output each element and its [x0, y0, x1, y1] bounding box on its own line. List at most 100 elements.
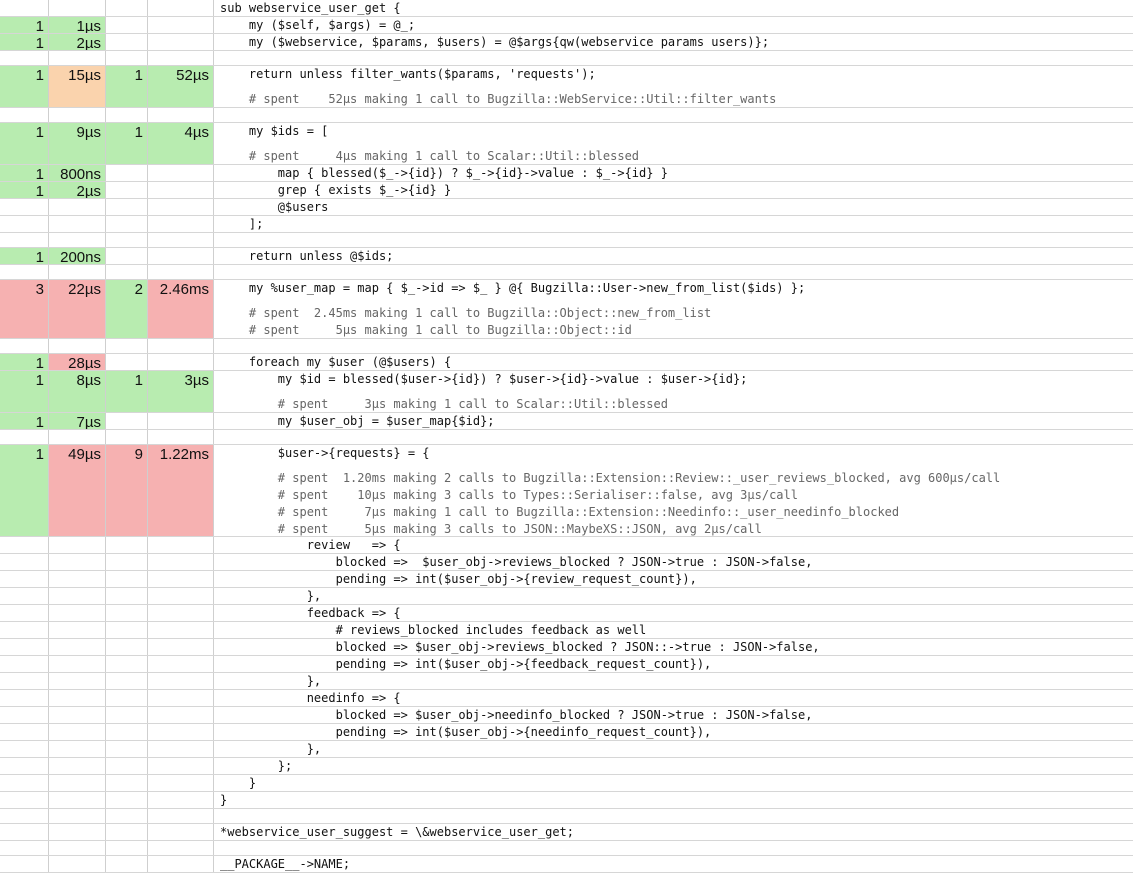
calls-cell: 1: [0, 445, 49, 536]
code-cell: return unless filter_wants($params, 'req…: [214, 66, 1133, 107]
source-line-row: 1 9µs 1 4µs my $ids = [ # spent 4µs making …: [0, 123, 1133, 165]
sub-calls-cell: [106, 354, 148, 370]
code-cell: my ($webservice, $params, $users) = @$ar…: [214, 34, 1133, 50]
code-cell: },: [214, 673, 1133, 689]
calls-cell: 1: [0, 354, 49, 370]
code-cell: ];: [214, 216, 1133, 232]
code-line: # reviews_blocked includes feedback as w…: [220, 623, 647, 637]
time-cell: 200ns: [49, 248, 106, 264]
calls-cell: [0, 554, 49, 570]
source-line-row: blocked => $user_obj->reviews_blocked ? …: [0, 639, 1133, 656]
sub-calls-cell: [106, 413, 148, 429]
calls-cell: 1: [0, 17, 49, 33]
calls-cell: [0, 707, 49, 723]
calls-cell: [0, 108, 49, 122]
sub-time-cell: [148, 824, 214, 840]
calls-cell: [0, 199, 49, 215]
calls-cell: [0, 639, 49, 655]
time-cell: [49, 758, 106, 774]
sub-time-cell: [148, 233, 214, 247]
code-line: return unless @$ids;: [220, 249, 394, 263]
source-line-row: feedback => {: [0, 605, 1133, 622]
code-line: pending => int($user_obj->{feedback_requ…: [220, 657, 712, 671]
source-line-row: [0, 265, 1133, 280]
profiler-comment-line: # spent 7µs making 1 call to Bugzilla::E…: [220, 505, 900, 519]
source-line-row: [0, 51, 1133, 66]
sub-time-cell: [148, 775, 214, 791]
source-line-row: },: [0, 741, 1133, 758]
code-cell: grep { exists $_->{id} }: [214, 182, 1133, 198]
time-cell: [49, 775, 106, 791]
sub-calls-cell: [106, 17, 148, 33]
profiler-source-table: sub webservice_user_get {1 1µs my ($self,…: [0, 0, 1133, 878]
code-line: my %user_map = map { $_->id => $_ } @{ B…: [220, 281, 806, 295]
sub-time-cell: [148, 724, 214, 740]
sub-calls-cell: [106, 182, 148, 198]
source-line-row: 1 200ns return unless @$ids;: [0, 248, 1133, 265]
sub-time-cell: [148, 554, 214, 570]
time-cell: [49, 724, 106, 740]
profiler-comment-line: # spent 4µs making 1 call to Scalar::Uti…: [220, 149, 640, 163]
code-cell: }: [214, 775, 1133, 791]
sub-calls-cell: 1: [106, 371, 148, 412]
time-cell: [49, 571, 106, 587]
calls-cell: [0, 775, 49, 791]
source-line-row: review => {: [0, 537, 1133, 554]
time-cell: [49, 841, 106, 855]
time-cell: [49, 792, 106, 808]
sub-time-cell: [148, 354, 214, 370]
source-line-row: __PACKAGE__->NAME;: [0, 856, 1133, 873]
sub-time-cell: [148, 34, 214, 50]
source-line-row: 3 22µs 2 2.46ms my %user_map = map { $_->id…: [0, 280, 1133, 339]
time-cell: 22µs: [49, 280, 106, 338]
sub-time-cell: [148, 673, 214, 689]
source-line-row: blocked => $user_obj->reviews_blocked ? …: [0, 554, 1133, 571]
code-cell: [214, 233, 1133, 247]
source-line-row: 1 2µs grep { exists $_->{id} }: [0, 182, 1133, 199]
time-cell: 49µs: [49, 445, 106, 536]
code-cell: [214, 108, 1133, 122]
code-cell: __PACKAGE__->NAME;: [214, 856, 1133, 872]
calls-cell: [0, 265, 49, 279]
code-line: *webservice_user_suggest = \&webservice_…: [220, 825, 575, 839]
code-line: pending => int($user_obj->{review_reques…: [220, 572, 697, 586]
code-line: ];: [220, 217, 264, 231]
time-cell: 28µs: [49, 354, 106, 370]
code-line: my $ids = [: [220, 124, 329, 138]
source-line-row: [0, 233, 1133, 248]
calls-cell: [0, 571, 49, 587]
calls-cell: [0, 656, 49, 672]
sub-time-cell: [148, 413, 214, 429]
sub-calls-cell: [106, 707, 148, 723]
code-line: $user->{requests} = {: [220, 446, 430, 460]
time-cell: [49, 588, 106, 604]
time-cell: 2µs: [49, 34, 106, 50]
code-line: },: [220, 742, 322, 756]
sub-calls-cell: [106, 809, 148, 823]
source-line-row: [0, 108, 1133, 123]
sub-calls-cell: [106, 841, 148, 855]
sub-calls-cell: [106, 824, 148, 840]
source-line-row: },: [0, 673, 1133, 690]
time-cell: [49, 108, 106, 122]
sub-calls-cell: [106, 0, 148, 16]
sub-calls-cell: [106, 537, 148, 553]
sub-time-cell: [148, 841, 214, 855]
calls-cell: [0, 51, 49, 65]
sub-calls-cell: [106, 430, 148, 444]
code-cell: },: [214, 588, 1133, 604]
code-cell: my $user_obj = $user_map{$id};: [214, 413, 1133, 429]
time-cell: [49, 656, 106, 672]
code-cell: [214, 265, 1133, 279]
source-line-row: 1 800ns map { blessed($_->{id}) ? $_->{id…: [0, 165, 1133, 182]
calls-cell: 1: [0, 371, 49, 412]
calls-cell: [0, 233, 49, 247]
sub-time-cell: [148, 430, 214, 444]
code-line: map { blessed($_->{id}) ? $_->{id}->valu…: [220, 166, 668, 180]
profiler-comment-line: # spent 10µs making 3 calls to Types::Se…: [220, 488, 798, 502]
time-cell: [49, 809, 106, 823]
source-line-row: [0, 841, 1133, 856]
profiler-comment-line: # spent 5µs making 3 calls to JSON::Mayb…: [220, 522, 762, 536]
calls-cell: [0, 622, 49, 638]
sub-calls-cell: [106, 165, 148, 181]
